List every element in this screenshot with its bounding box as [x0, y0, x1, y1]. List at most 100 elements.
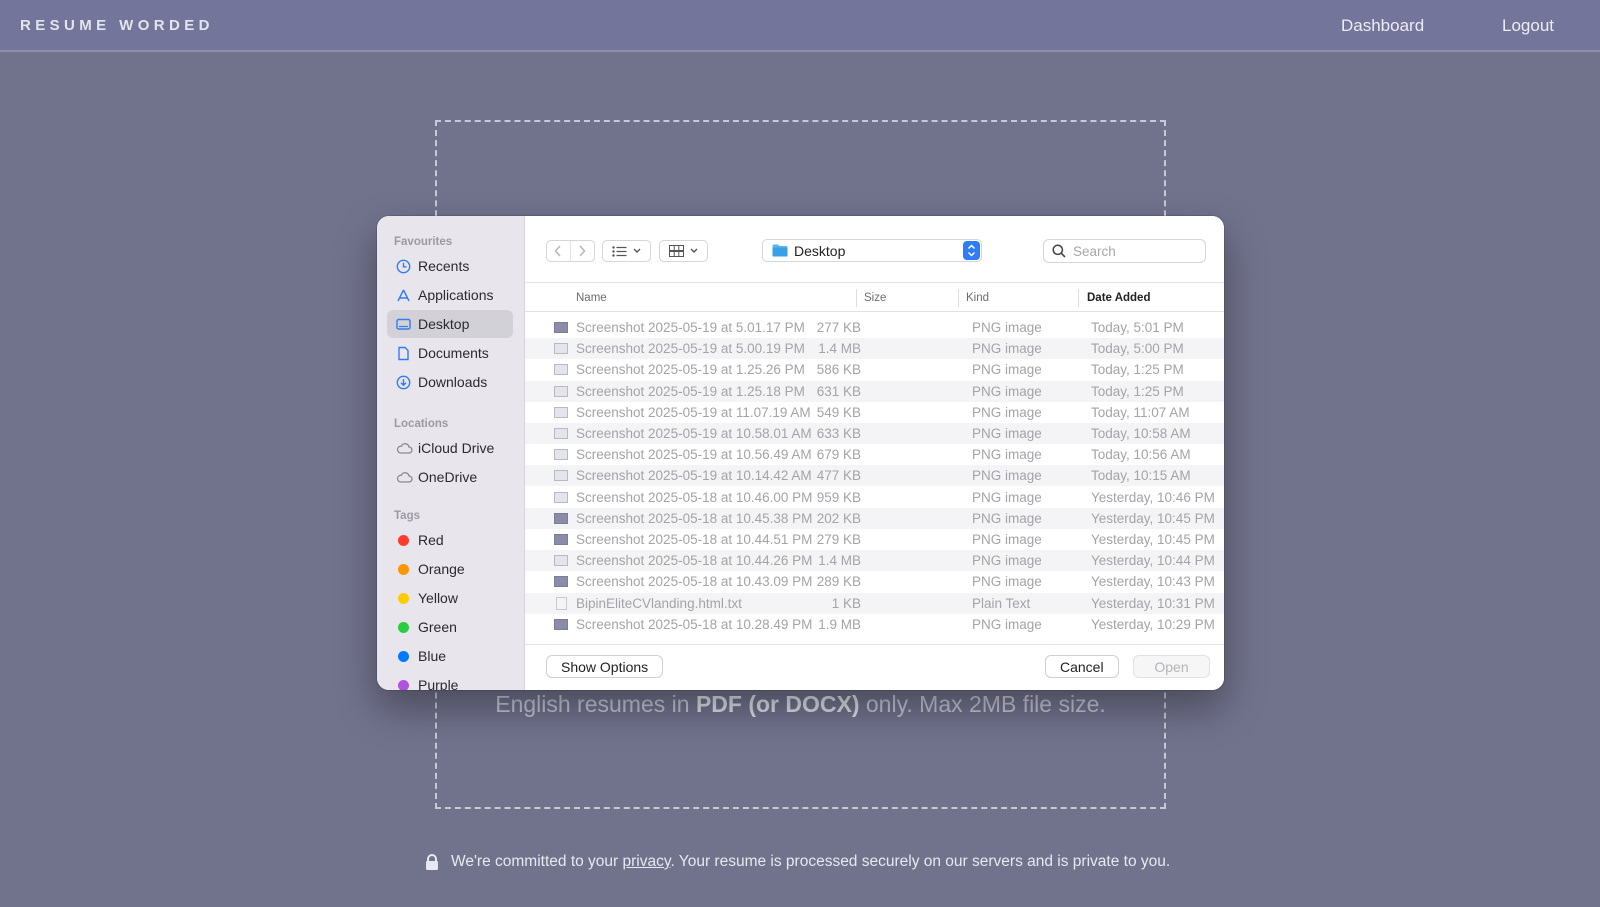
file-row[interactable]: Screenshot 2025-05-18 at 10.44.51 PM 279 … [525, 529, 1224, 550]
file-date-added: Yesterday, 10:45 PM [1091, 532, 1215, 547]
file-kind: PNG image [972, 553, 1042, 569]
desktop-icon [396, 317, 411, 332]
file-row[interactable]: Screenshot 2025-05-18 at 10.44.26 PM 1.4 … [525, 550, 1224, 572]
sidebar-tag-yellow[interactable]: Yellow [387, 584, 513, 612]
dialog-toolbar: Desktop [525, 216, 1224, 282]
sidebar-item-label: iCloud Drive [418, 440, 495, 456]
image-file-icon [554, 406, 568, 418]
sidebar-tag-red[interactable]: Red [387, 526, 513, 554]
dialog-footer: Show Options Cancel Open [525, 645, 1224, 690]
file-name: Screenshot 2025-05-19 at 10.56.49 AM [576, 447, 812, 463]
search-field[interactable] [1043, 239, 1206, 263]
forward-button[interactable] [571, 241, 594, 261]
sidebar-item-label: Red [418, 532, 444, 548]
search-input[interactable] [1073, 243, 1193, 259]
column-header-date-added[interactable]: Date Added [1087, 292, 1150, 304]
image-file-icon [554, 449, 568, 461]
file-list[interactable]: Screenshot 2025-05-19 at 5.01.17 PM 277 K… [525, 312, 1224, 645]
file-kind: PNG image [972, 404, 1042, 420]
file-row[interactable]: Screenshot 2025-05-18 at 10.46.00 PM 959 … [525, 487, 1224, 508]
sidebar-item-desktop[interactable]: Desktop [387, 310, 513, 338]
show-options-button[interactable]: Show Options [546, 655, 664, 678]
file-name: Screenshot 2025-05-19 at 5.00.19 PM [576, 341, 805, 357]
sidebar-item-onedrive[interactable]: OneDrive [387, 463, 513, 491]
file-date-added: Yesterday, 10:31 PM [1091, 595, 1215, 611]
sidebar-item-applications[interactable]: Applications [387, 281, 513, 309]
file-size: 277 KB [816, 320, 861, 335]
site-logo[interactable]: RESUME WORDED [20, 17, 214, 34]
file-kind: PNG image [972, 616, 1042, 632]
file-name: Screenshot 2025-05-19 at 1.25.18 PM [576, 383, 805, 399]
tag-dot-icon [398, 563, 409, 575]
file-row[interactable]: Screenshot 2025-05-19 at 10.14.42 AM 477 … [525, 465, 1224, 487]
file-date-added: Today, 10:58 AM [1091, 426, 1191, 441]
column-header-name[interactable]: Name [576, 292, 607, 304]
file-row[interactable]: Screenshot 2025-05-19 at 10.58.01 AM 633 … [525, 423, 1224, 444]
chevron-left-icon [554, 245, 561, 257]
tag-dot-icon [398, 650, 409, 662]
sidebar-item-label: Documents [418, 345, 489, 361]
privacy-link[interactable]: privacy [623, 853, 671, 870]
sidebar-item-label: Recents [418, 258, 470, 274]
sidebar-tag-blue[interactable]: Blue [387, 642, 513, 670]
sidebar-tag-orange[interactable]: Orange [387, 555, 513, 583]
dialog-sidebar: Favourites Recents Applications Desktop … [377, 216, 525, 690]
cancel-button[interactable]: Cancel [1045, 655, 1119, 678]
file-size: 586 KB [816, 362, 861, 378]
list-view-icon [612, 245, 627, 257]
file-row[interactable]: Screenshot 2025-05-19 at 11.07.19 AM 549 … [525, 402, 1224, 423]
list-view-button[interactable] [602, 240, 651, 262]
sidebar-item-recents[interactable]: Recents [387, 252, 513, 280]
image-file-icon [554, 512, 568, 524]
tag-dot-icon [398, 679, 409, 690]
file-name: Screenshot 2025-05-19 at 10.14.42 AM [576, 468, 812, 484]
image-file-icon [554, 343, 568, 355]
privacy-text-post: . Your resume is processed securely on o… [670, 853, 1171, 870]
file-row[interactable]: Screenshot 2025-05-19 at 5.01.17 PM 277 K… [525, 317, 1224, 338]
location-popup[interactable]: Desktop [762, 239, 982, 262]
group-view-button[interactable] [659, 240, 708, 262]
file-row[interactable]: Screenshot 2025-05-18 at 10.45.38 PM 202 … [525, 507, 1224, 529]
column-header-size[interactable]: Size [864, 292, 886, 304]
file-date-added: Today, 10:56 AM [1091, 447, 1191, 463]
file-date-added: Yesterday, 10:44 PM [1091, 553, 1215, 569]
sidebar-item-downloads[interactable]: Downloads [387, 368, 513, 396]
column-header-kind[interactable]: Kind [966, 292, 989, 304]
nav-logout-link[interactable]: Logout [1502, 16, 1554, 36]
site-header: RESUME WORDED Dashboard Logout [0, 0, 1600, 52]
sidebar-tag-purple[interactable]: Purple [387, 671, 513, 690]
file-size: 1.9 MB [818, 616, 861, 632]
file-size: 279 KB [816, 532, 861, 547]
sidebar-tag-green[interactable]: Green [387, 613, 513, 641]
open-button[interactable]: Open [1133, 655, 1210, 678]
file-row[interactable]: Screenshot 2025-05-19 at 5.00.19 PM 1.4 M… [525, 338, 1224, 360]
file-row[interactable]: Screenshot 2025-05-19 at 10.56.49 AM 679 … [525, 444, 1224, 465]
nav-dashboard-link[interactable]: Dashboard [1341, 16, 1424, 36]
favourites-header: Favourites [394, 236, 453, 248]
grid-view-icon [669, 245, 684, 257]
file-kind: Plain Text [972, 595, 1031, 611]
privacy-notice: We're committed to your privacy. Your re… [425, 853, 1170, 871]
dialog-main: Desktop Name Size Kind Date Added Screen… [525, 216, 1224, 690]
file-size: 289 KB [816, 574, 861, 590]
back-button[interactable] [547, 241, 571, 261]
image-file-icon [554, 428, 568, 439]
file-row[interactable]: Screenshot 2025-05-19 at 1.25.26 PM 586 K… [525, 359, 1224, 380]
sidebar-item-icloud-drive[interactable]: iCloud Drive [387, 434, 513, 462]
file-kind: PNG image [972, 532, 1042, 547]
sidebar-item-documents[interactable]: Documents [387, 339, 513, 367]
file-kind: PNG image [972, 468, 1042, 484]
file-kind: PNG image [972, 447, 1042, 463]
file-row[interactable]: Screenshot 2025-05-18 at 10.43.09 PM 289 … [525, 571, 1224, 592]
image-file-icon [554, 322, 568, 333]
file-row[interactable]: Screenshot 2025-05-18 at 10.28.49 PM 1.9 … [525, 614, 1224, 635]
file-name: Screenshot 2025-05-18 at 10.45.38 PM [576, 510, 813, 526]
file-name: Screenshot 2025-05-19 at 5.01.17 PM [576, 320, 805, 335]
image-file-icon [554, 385, 568, 397]
locations-header: Locations [394, 418, 449, 430]
folder-icon [772, 244, 788, 257]
file-row[interactable]: BipinEliteCVlanding.html.txt 1 KB Plain Te… [525, 592, 1224, 614]
file-size: 959 KB [816, 489, 861, 505]
file-row[interactable]: Screenshot 2025-05-19 at 1.25.18 PM 631 K… [525, 380, 1224, 402]
file-name: Screenshot 2025-05-18 at 10.28.49 PM [576, 616, 813, 632]
